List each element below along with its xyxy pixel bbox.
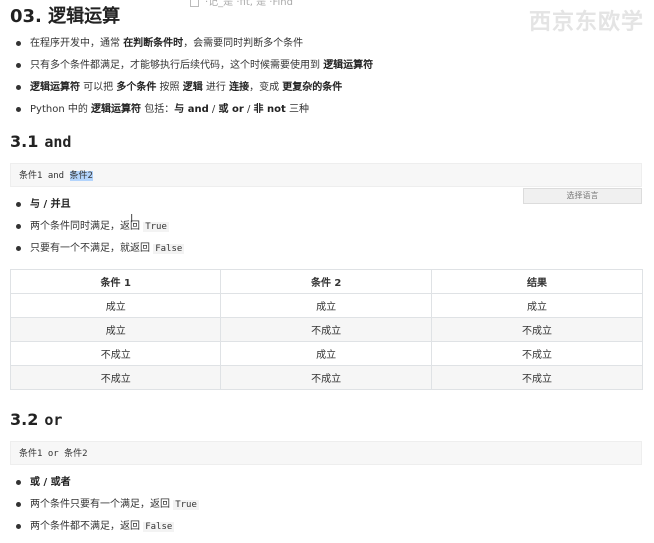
table-cell: 不成立 <box>430 365 644 390</box>
list-item: 两个条件只要有一个满足，返回 True <box>10 499 199 521</box>
table-cell: 不成立 <box>9 341 222 366</box>
and-bullet-list: 与 / 并且 两个条件同时满足，返回 True 只要有一个不满足，就返回 False <box>10 199 185 265</box>
list-item-text: 连接 <box>229 82 250 93</box>
list-item-text: False <box>143 522 175 532</box>
list-item-text: 或 or <box>218 104 244 115</box>
list-item-text: 非 not <box>253 104 286 115</box>
list-item-text: True <box>173 500 199 510</box>
list-item-text: 逻辑运算符 <box>91 104 142 115</box>
list-item-text: 包括： <box>141 104 175 115</box>
list-item: 两个条件都不满足，返回 False <box>10 521 199 543</box>
scrolled-text-fragment: ·记_是 ·fit, 是 ·Find <box>190 0 293 8</box>
watermark: 西京东欧学 <box>528 10 644 35</box>
section-heading-and: 3.1 and <box>10 132 72 151</box>
list-item-text: 或 / 或者 <box>30 477 71 488</box>
table-header-cell: 条件 2 <box>220 269 432 294</box>
list-item-text: Python 中的 <box>30 104 92 115</box>
table-cell: 成立 <box>9 293 222 318</box>
list-item: 在程序开发中，通常 在判断条件时，会需要同时判断多个条件 <box>10 38 373 60</box>
intro-list: 在程序开发中，通常 在判断条件时，会需要同时判断多个条件 只有多个条件都满足，才能… <box>10 38 373 126</box>
select-language-button[interactable]: 选择语言 <box>523 188 642 204</box>
table-cell: 不成立 <box>9 365 222 390</box>
table-cell: 不成立 <box>220 317 432 342</box>
list-item-text: ，会需要同时判断多个条件 <box>183 38 304 49</box>
list-item: 与 / 并且 <box>10 199 184 221</box>
list-item: 只有多个条件都满足，才能够执行后续代码，这个时候需要使用到 逻辑运算符 <box>10 60 373 82</box>
or-bullet-list: 或 / 或者 两个条件只要有一个满足，返回 True 两个条件都不满足，返回 Fal… <box>10 477 199 543</box>
list-item-text: ，变成 <box>249 82 283 93</box>
table-cell: 不成立 <box>430 317 644 342</box>
list-item-text: 两个条件都不满足，返回 <box>30 521 144 532</box>
list-item-text: True <box>143 222 169 232</box>
table-cell: 成立 <box>9 317 222 342</box>
table-cell: 不成立 <box>220 365 432 390</box>
list-item: 两个条件同时满足，返回 True <box>10 221 184 243</box>
table-cell: 成立 <box>220 341 432 366</box>
list-item-text: 与 / 并且 <box>30 199 71 210</box>
list-item-text: 更复杂的条件 <box>282 82 343 93</box>
list-item: 只要有一个不满足，就返回 False <box>10 243 185 265</box>
list-item-text: 三种 <box>285 104 309 115</box>
list-item: 或 / 或者 <box>10 477 199 499</box>
list-item-text: 逻辑 <box>182 82 203 93</box>
list-item-text: 按照 <box>156 82 183 93</box>
section-heading-or: 3.2 or <box>10 410 63 429</box>
table-cell: 成立 <box>220 293 432 318</box>
list-item-text: / <box>208 104 219 115</box>
table-row: 成立 不成立 不成立 <box>9 317 644 342</box>
checkbox-icon <box>190 0 199 7</box>
selected-text[interactable]: 条件2 <box>69 171 93 181</box>
list-item-text: 逻辑运算符 <box>30 82 80 93</box>
page-title: 03. 逻辑运算 <box>10 6 121 27</box>
list-item-text: 与 and <box>174 104 209 115</box>
code-block-or[interactable]: 条件1 or 条件2 <box>10 441 642 465</box>
table-header-cell: 条件 1 <box>9 269 222 294</box>
list-item-text: False <box>153 244 185 254</box>
list-item-text: 只有多个条件都满足，才能够执行后续代码，这个时候需要使用到 <box>30 60 324 71</box>
table-row: 不成立 成立 不成立 <box>9 341 644 366</box>
list-item-text: 两个条件同时满足，返回 <box>30 221 144 232</box>
list-item: Python 中的 逻辑运算符 包括：与 and / 或 or / 非 not … <box>10 104 373 126</box>
list-item-text: 可以把 <box>80 82 117 93</box>
list-item-text: 只要有一个不满足，就返回 <box>30 243 154 254</box>
list-item-text: 在判断条件时 <box>123 38 184 49</box>
truth-table-and: 条件 1 条件 2 结果 成立 成立 成立 成立 不成立 不成立 不成立 成立 … <box>9 269 644 390</box>
list-item-text: / <box>243 104 254 115</box>
table-cell: 不成立 <box>430 341 644 366</box>
list-item: 逻辑运算符 可以把 多个条件 按照 逻辑 进行 连接，变成 更复杂的条件 <box>10 82 373 104</box>
code-block-and[interactable]: 条件1 and 条件2 <box>10 163 642 187</box>
list-item-text: 多个条件 <box>116 82 157 93</box>
table-header-cell: 结果 <box>430 269 644 294</box>
list-item-text: 两个条件只要有一个满足，返回 <box>30 499 174 510</box>
table-header-row: 条件 1 条件 2 结果 <box>9 269 644 294</box>
table-row: 不成立 不成立 不成立 <box>9 365 644 390</box>
list-item-text: 在程序开发中，通常 <box>30 38 124 49</box>
table-cell: 成立 <box>430 293 644 318</box>
list-item-text: 进行 <box>202 82 230 93</box>
table-row: 成立 成立 成立 <box>9 293 644 318</box>
list-item-text: 逻辑运算符 <box>323 60 374 71</box>
